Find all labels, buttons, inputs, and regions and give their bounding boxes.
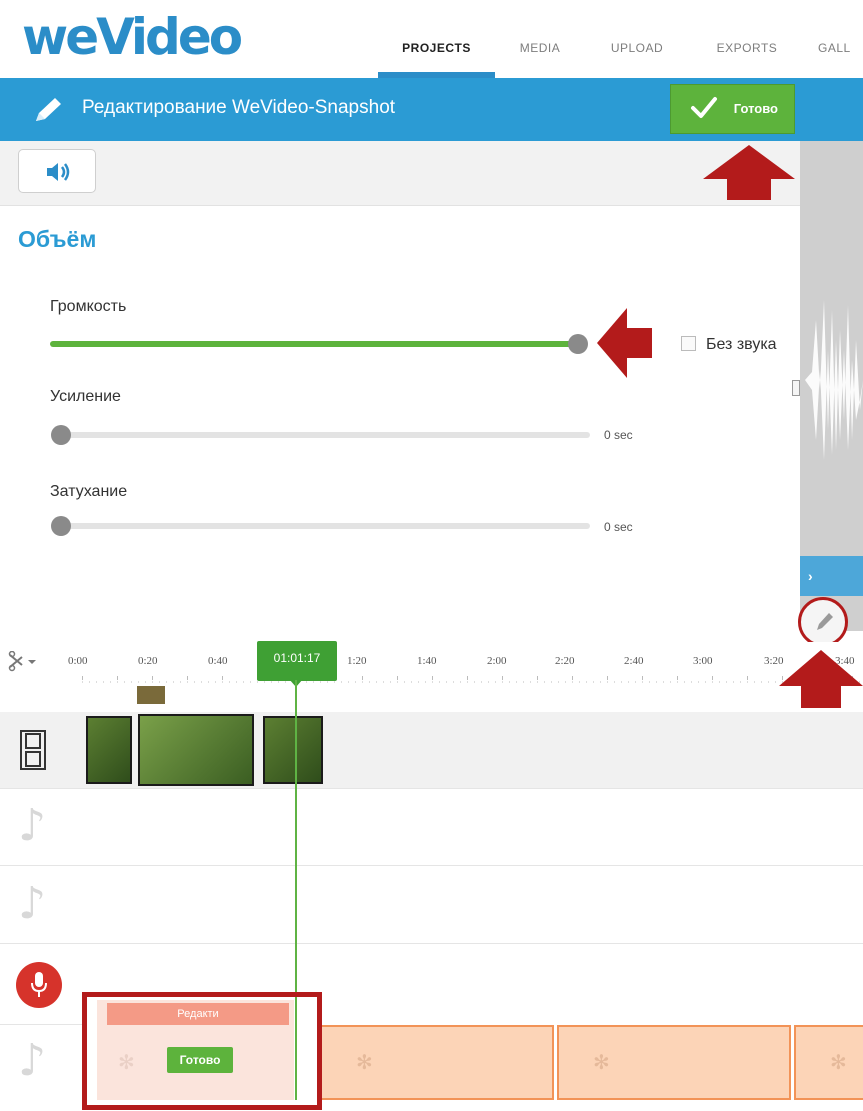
chevron-right-icon: › — [808, 568, 813, 584]
mute-checkbox[interactable] — [681, 336, 696, 351]
fade-out-value: 0 sec — [604, 520, 633, 534]
edit-clip-button[interactable] — [798, 597, 848, 647]
fade-in-slider-track[interactable] — [56, 432, 590, 438]
microphone-button[interactable] — [16, 962, 62, 1008]
spinner-icon: ✻ — [593, 1052, 610, 1074]
tick-label: 0:20 — [138, 655, 158, 667]
volume-slider-track[interactable] — [50, 341, 580, 347]
music-track — [0, 866, 863, 944]
fade-out-slider-track[interactable] — [56, 523, 590, 529]
fade-out-slider-thumb[interactable] — [51, 516, 71, 536]
annotation-highlight-box — [82, 992, 322, 1110]
video-clip[interactable] — [263, 716, 323, 784]
tick-label: 2:20 — [555, 655, 575, 667]
fade-in-value: 0 sec — [604, 428, 633, 442]
clip-marker[interactable] — [137, 686, 165, 704]
music-note-icon: ♪ — [18, 800, 47, 851]
spinner-icon: ✻ — [830, 1052, 847, 1074]
spinner-icon: ✻ — [356, 1052, 373, 1074]
tab-gallery[interactable]: GALL — [818, 38, 863, 68]
playhead-time[interactable]: 01:01:17 — [257, 641, 337, 681]
tab-upload[interactable]: UPLOAD — [597, 38, 677, 68]
tick-label: 0:00 — [68, 655, 88, 667]
fade-out-label: Затухание — [50, 483, 128, 500]
film-icon — [20, 730, 46, 770]
tick-label: 0:40 — [208, 655, 228, 667]
audio-clip[interactable] — [794, 1025, 863, 1100]
fade-in-slider-thumb[interactable] — [51, 425, 71, 445]
tab-media[interactable]: MEDIA — [505, 38, 575, 68]
music-note-icon: ♪ — [18, 1035, 47, 1086]
tab-exports[interactable]: EXPORTS — [702, 38, 792, 68]
done-button[interactable]: Готово — [670, 84, 795, 134]
marker-row — [0, 690, 863, 712]
pencil-icon — [36, 98, 61, 121]
tick-label: 2:40 — [624, 655, 644, 667]
audio-toolbar — [0, 141, 800, 206]
tick-label: 1:40 — [417, 655, 437, 667]
fade-in-label: Усиление — [50, 388, 121, 405]
section-title: Объём — [18, 226, 97, 252]
mute-label: Без звука — [706, 336, 777, 353]
microphone-icon — [31, 972, 47, 997]
speaker-icon — [47, 163, 70, 181]
tick-label: 1:20 — [347, 655, 367, 667]
tick-label: 3:00 — [693, 655, 713, 667]
audio-tab-button[interactable] — [18, 149, 96, 193]
music-track — [0, 788, 863, 866]
logo[interactable]: weVideo — [22, 4, 243, 70]
waveform — [805, 300, 863, 460]
pencil-icon — [817, 613, 833, 630]
music-note-icon: ♪ — [18, 878, 47, 929]
tick-label: 2:00 — [487, 655, 507, 667]
edit-title: Редактирование WeVideo-Snapshot — [82, 97, 396, 118]
annotation-arrow-left-icon — [597, 308, 652, 378]
annotation-arrow-up-icon — [703, 145, 795, 200]
tab-projects[interactable]: PROJECTS — [384, 38, 489, 68]
scissors-icon[interactable] — [8, 651, 40, 673]
annotation-arrow-up-icon — [779, 650, 863, 708]
waveform-handle[interactable] — [792, 380, 800, 396]
volume-label: Громкость — [50, 298, 127, 315]
video-clip[interactable] — [86, 716, 132, 784]
volume-slider-thumb[interactable] — [568, 334, 588, 354]
check-icon — [691, 97, 717, 118]
ruler-ticks — [82, 676, 863, 683]
video-clip[interactable] — [138, 714, 254, 786]
